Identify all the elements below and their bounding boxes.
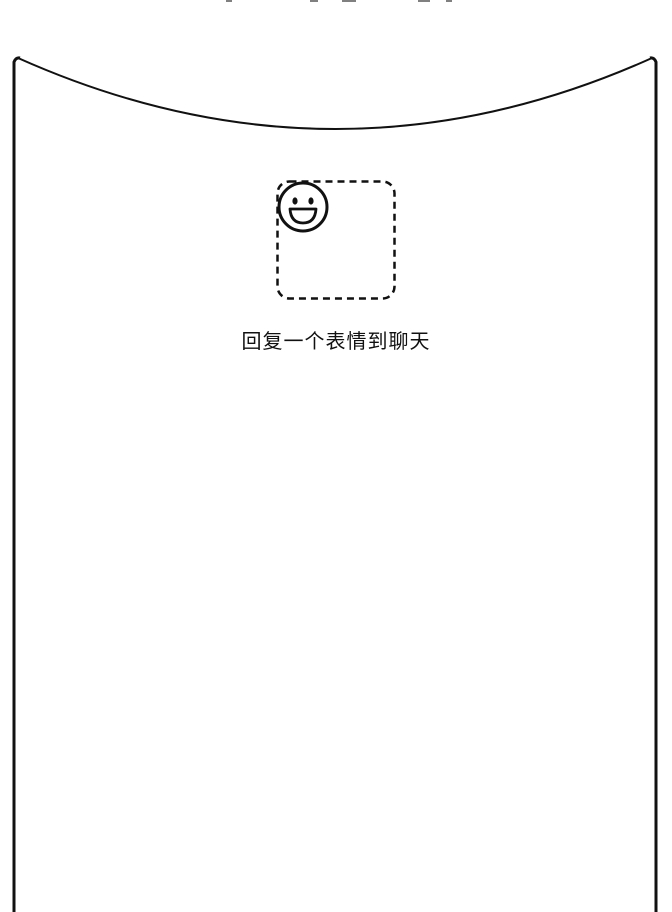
smiley-face-icon (277, 181, 329, 233)
reply-emoji-prompt: 回复一个表情到聊天 (241, 329, 431, 353)
emoji-reply-button[interactable] (276, 180, 396, 300)
device-frame (12, 0, 658, 912)
screen-top-curve (17, 57, 653, 130)
